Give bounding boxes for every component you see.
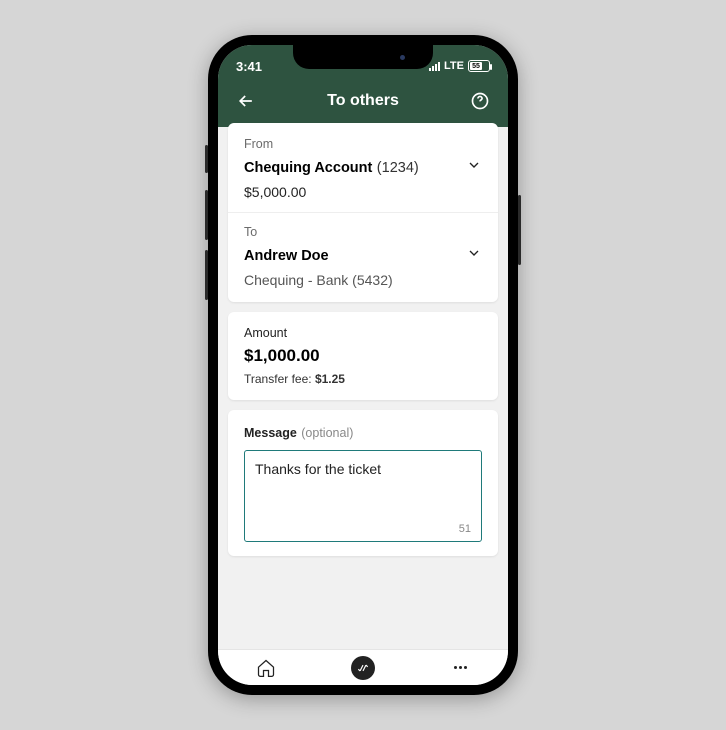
notch xyxy=(293,45,433,69)
amount-card[interactable]: Amount $1,000.00 Transfer fee: $1.25 xyxy=(228,312,498,400)
from-section[interactable]: From Chequing Account (1234) $5,000.00 xyxy=(244,137,482,200)
home-icon xyxy=(256,658,276,678)
chevron-down-icon xyxy=(466,245,482,266)
page-title: To others xyxy=(327,92,399,110)
status-time: 3:41 xyxy=(236,59,262,74)
to-name: Andrew Doe xyxy=(244,248,329,264)
from-label: From xyxy=(244,137,482,151)
volume-down-button xyxy=(205,250,208,300)
network-label: LTE xyxy=(444,60,464,72)
screen: 3:41 LTE 55 To others From xyxy=(218,45,508,685)
more-icon xyxy=(454,666,467,669)
phone-frame: 3:41 LTE 55 To others From xyxy=(208,35,518,695)
signal-icon xyxy=(429,61,440,71)
from-account-number: (1234) xyxy=(377,160,419,176)
volume-up-button xyxy=(205,190,208,240)
amount-value: $1,000.00 xyxy=(244,346,482,366)
divider xyxy=(228,212,498,213)
nav-transfer-button[interactable] xyxy=(351,656,375,680)
power-button xyxy=(518,195,521,265)
help-icon xyxy=(470,91,490,111)
battery-icon: 55 xyxy=(468,60,490,72)
message-card: Message (optional) Thanks for the ticket… xyxy=(228,410,498,556)
bottom-nav xyxy=(218,649,508,685)
message-count: 51 xyxy=(459,523,471,535)
arrow-left-icon xyxy=(236,91,256,111)
to-detail: Chequing - Bank (5432) xyxy=(244,272,482,288)
to-section[interactable]: To Andrew Doe Chequing - Bank (5432) xyxy=(244,225,482,288)
fee-label: Transfer fee: xyxy=(244,372,312,386)
transfer-icon xyxy=(356,661,370,675)
help-button[interactable] xyxy=(468,89,492,113)
fee-value: $1.25 xyxy=(315,372,345,386)
message-text: Thanks for the ticket xyxy=(255,461,381,477)
message-label: Message xyxy=(244,426,297,440)
message-optional: (optional) xyxy=(301,426,353,440)
nav-more-button[interactable] xyxy=(449,657,471,679)
from-balance: $5,000.00 xyxy=(244,184,482,200)
amount-label: Amount xyxy=(244,326,482,340)
from-to-card: From Chequing Account (1234) $5,000.00 xyxy=(228,123,498,302)
content-area: From Chequing Account (1234) $5,000.00 xyxy=(218,123,508,556)
side-button xyxy=(205,145,208,173)
chevron-down-icon xyxy=(466,157,482,178)
from-account-name: Chequing Account xyxy=(244,160,372,176)
message-input[interactable]: Thanks for the ticket 51 xyxy=(244,450,482,542)
nav-home-button[interactable] xyxy=(255,657,277,679)
back-button[interactable] xyxy=(234,89,258,113)
nav-bar: To others xyxy=(218,77,508,127)
to-label: To xyxy=(244,225,482,239)
